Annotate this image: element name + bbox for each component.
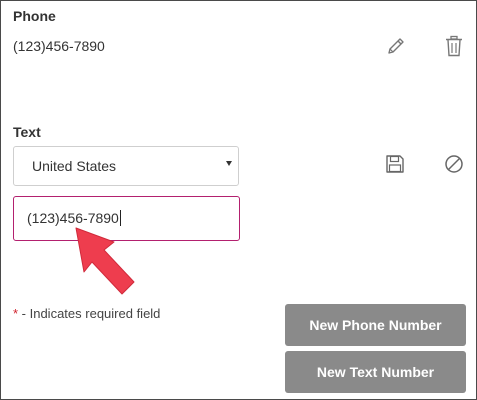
- circle-slash-icon: [445, 155, 463, 173]
- save-text-button[interactable]: [384, 153, 406, 175]
- pencil-icon: [388, 38, 404, 54]
- required-note-text: - Indicates required field: [18, 306, 161, 321]
- country-select-value: United States: [32, 158, 117, 174]
- new-text-number-button[interactable]: New Text Number: [285, 351, 466, 393]
- country-select[interactable]: United States: [13, 146, 239, 186]
- annotation-arrow-icon: [75, 227, 135, 295]
- cancel-text-button[interactable]: [443, 153, 465, 175]
- required-field-note: * - Indicates required field: [13, 306, 160, 321]
- text-section-label: Text: [13, 124, 41, 140]
- caret-down-icon: [226, 161, 232, 166]
- trash-icon: [446, 35, 462, 57]
- floppy-disk-icon: [386, 155, 404, 173]
- new-phone-number-button[interactable]: New Phone Number: [285, 304, 466, 346]
- phone-number-value: (123)456-7890: [13, 38, 105, 54]
- edit-phone-button[interactable]: [385, 35, 407, 57]
- phone-section-label: Phone: [13, 8, 56, 24]
- delete-phone-button[interactable]: [443, 35, 465, 57]
